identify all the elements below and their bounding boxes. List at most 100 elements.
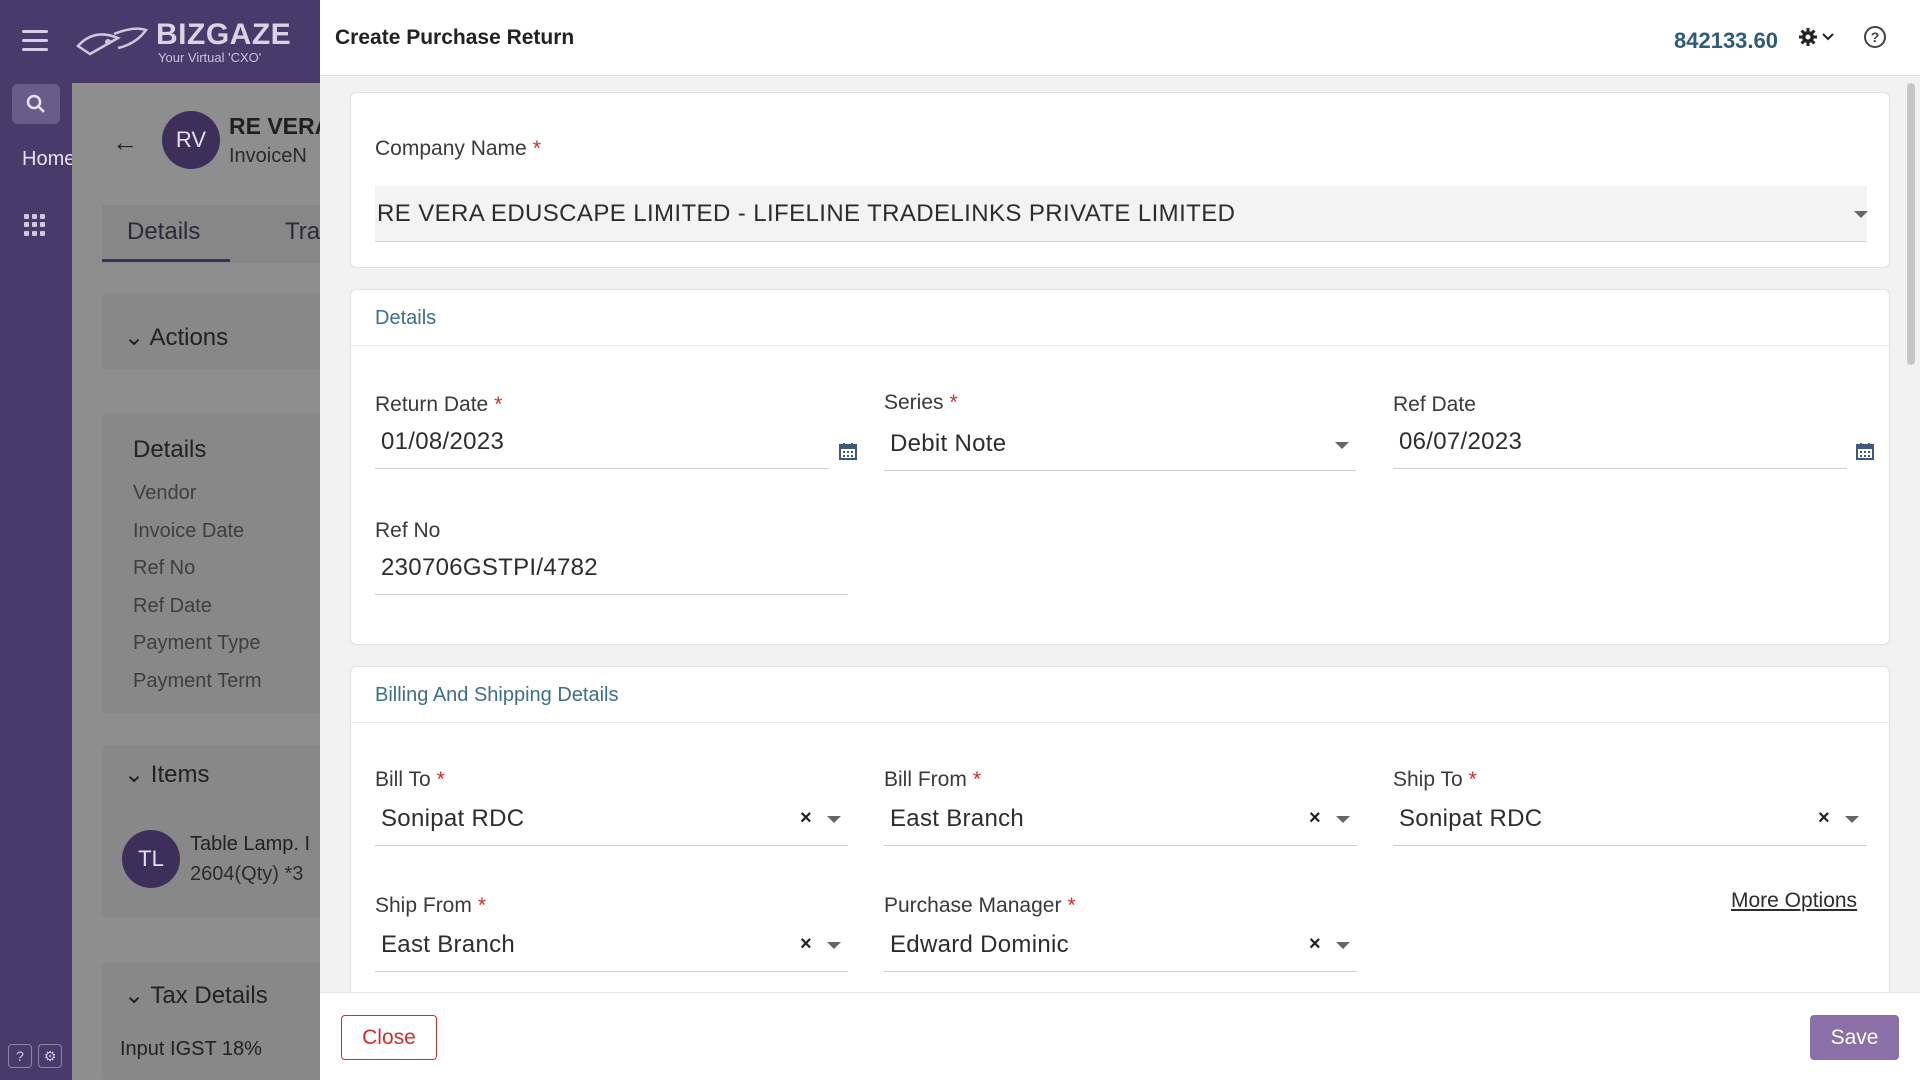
bill-to-value: Sonipat RDC bbox=[381, 805, 525, 832]
item-avatar: TL bbox=[122, 830, 180, 888]
brand-tagline: Your Virtual 'CXO' bbox=[158, 50, 262, 65]
detail-row: Invoice Date bbox=[133, 520, 245, 542]
purchase-return-modal: Create Purchase Return 842133.60 ? Compa… bbox=[320, 0, 1920, 1080]
details-section: Details Return Date * 01/08/2023 Series * … bbox=[350, 289, 1890, 645]
billing-section-header: Billing And Shipping Details bbox=[351, 667, 1889, 723]
bill-from-value: East Branch bbox=[890, 805, 1025, 832]
brand-name: BIZGAZE bbox=[156, 18, 292, 51]
details-section-title: Details bbox=[375, 307, 437, 329]
clear-icon[interactable]: × bbox=[1309, 933, 1321, 956]
apps-grid-icon[interactable] bbox=[24, 214, 46, 236]
detail-row: Payment Term bbox=[133, 670, 262, 692]
amount-display: 842133.60 bbox=[1674, 28, 1778, 53]
company-card: Company Name * RE VERA EDUSCAPE LIMITED -… bbox=[350, 92, 1890, 268]
details-title: Details bbox=[133, 436, 207, 463]
tab-details[interactable]: Details bbox=[127, 218, 200, 246]
ship-from-select[interactable]: East Branch × bbox=[375, 918, 848, 972]
return-date-label: Return Date * bbox=[375, 393, 503, 416]
return-date-value: 01/08/2023 bbox=[381, 428, 505, 455]
tax-title: Tax Details bbox=[150, 982, 268, 1009]
detail-row: Payment Type bbox=[133, 632, 261, 654]
clear-icon[interactable]: × bbox=[1818, 807, 1830, 830]
series-select[interactable]: Debit Note bbox=[884, 417, 1356, 471]
chevron-down-icon bbox=[1845, 816, 1859, 823]
required-marker: * bbox=[1468, 768, 1477, 791]
required-marker: * bbox=[949, 391, 958, 414]
help-icon[interactable]: ? bbox=[1864, 26, 1886, 48]
modal-body: Company Name * RE VERA EDUSCAPE LIMITED -… bbox=[320, 77, 1920, 992]
ship-to-label: Ship To * bbox=[1393, 768, 1477, 791]
back-arrow-icon[interactable]: ← bbox=[112, 127, 138, 158]
series-label: Series * bbox=[884, 391, 958, 414]
tab-active-indicator bbox=[102, 259, 230, 262]
bill-from-label: Bill From * bbox=[884, 768, 982, 791]
chevron-down-icon bbox=[827, 816, 841, 823]
chevron-down-icon bbox=[1336, 816, 1350, 823]
ref-date-input[interactable]: 06/07/2023 bbox=[1393, 415, 1847, 469]
item-name: Table Lamp. I bbox=[190, 833, 311, 855]
bill-to-label: Bill To * bbox=[375, 768, 445, 791]
required-marker: * bbox=[532, 137, 541, 160]
chevron-down-icon bbox=[1854, 211, 1868, 218]
ref-no-label: Ref No bbox=[375, 519, 441, 542]
required-marker: * bbox=[494, 393, 503, 416]
rail-footer: ? ⚙ bbox=[8, 1044, 66, 1072]
required-marker: * bbox=[1067, 894, 1076, 917]
chevron-down-icon bbox=[1335, 442, 1349, 449]
help-icon[interactable]: ? bbox=[8, 1044, 32, 1068]
record-title: RE VERA bbox=[229, 113, 332, 139]
ship-from-label: Ship From * bbox=[375, 894, 487, 917]
logo-mark-icon bbox=[76, 27, 149, 56]
clear-icon[interactable]: × bbox=[800, 807, 812, 830]
detail-row: Vendor bbox=[133, 482, 197, 504]
chevron-down-icon bbox=[1822, 33, 1834, 41]
required-marker: * bbox=[436, 768, 445, 791]
modal-header: Create Purchase Return 842133.60 ? bbox=[320, 0, 1920, 76]
actions-label: Actions bbox=[149, 324, 229, 351]
close-button[interactable]: Close bbox=[341, 1015, 437, 1060]
settings-icon[interactable]: ⚙ bbox=[38, 1044, 62, 1068]
tax-toggle[interactable]: ⌄ Tax Details bbox=[124, 981, 268, 1010]
billing-section-title: Billing And Shipping Details bbox=[375, 684, 619, 706]
calendar-icon[interactable] bbox=[838, 441, 858, 461]
detail-row: Ref No bbox=[133, 557, 196, 579]
ship-from-value: East Branch bbox=[381, 931, 516, 958]
ref-date-label: Ref Date bbox=[1393, 393, 1476, 416]
details-section-header: Details bbox=[351, 290, 1889, 346]
ref-no-input[interactable]: 230706GSTPI/4782 bbox=[375, 541, 848, 595]
settings-dropdown[interactable] bbox=[1798, 24, 1838, 50]
actions-toggle[interactable]: ⌄ Actions bbox=[124, 323, 228, 352]
items-toggle[interactable]: ⌄ Items bbox=[124, 760, 209, 789]
tab-transactions[interactable]: Tra bbox=[285, 218, 320, 246]
save-button[interactable]: Save bbox=[1810, 1015, 1899, 1060]
required-marker: * bbox=[972, 768, 982, 791]
avatar: RV bbox=[162, 111, 220, 169]
company-name-value: RE VERA EDUSCAPE LIMITED - LIFELINE TRAD… bbox=[377, 200, 1236, 227]
nav-home[interactable]: Home bbox=[22, 148, 75, 171]
calendar-icon[interactable] bbox=[1855, 441, 1875, 461]
modal-footer: Close Save bbox=[320, 992, 1920, 1080]
search-button[interactable] bbox=[12, 84, 60, 124]
menu-icon[interactable] bbox=[22, 30, 48, 52]
series-value: Debit Note bbox=[890, 430, 1007, 457]
bill-from-select[interactable]: East Branch × bbox=[884, 792, 1357, 846]
bill-to-select[interactable]: Sonipat RDC × bbox=[375, 792, 848, 846]
company-name-label: Company Name * bbox=[375, 137, 541, 160]
items-title: Items bbox=[150, 761, 210, 788]
clear-icon[interactable]: × bbox=[1309, 807, 1321, 830]
record-subtitle: InvoiceN bbox=[229, 145, 307, 167]
chevron-down-icon bbox=[827, 942, 841, 949]
return-date-input[interactable]: 01/08/2023 bbox=[375, 415, 829, 469]
clear-icon[interactable]: × bbox=[800, 933, 812, 956]
modal-scrollbar[interactable] bbox=[1907, 83, 1915, 365]
item-qty: 2604(Qty) *3 bbox=[190, 863, 304, 885]
company-name-select[interactable]: RE VERA EDUSCAPE LIMITED - LIFELINE TRAD… bbox=[375, 186, 1868, 242]
ship-to-select[interactable]: Sonipat RDC × bbox=[1393, 792, 1867, 846]
ship-to-value: Sonipat RDC bbox=[1399, 805, 1543, 832]
chevron-down-icon bbox=[1336, 942, 1350, 949]
brand-logo: BIZGAZE Your Virtual 'CXO' bbox=[74, 18, 294, 68]
more-options-link[interactable]: More Options bbox=[1731, 889, 1857, 913]
background-page: ← RV RE VERA InvoiceN Details Tra ⌄ Acti… bbox=[72, 83, 332, 1080]
purchase-manager-label: Purchase Manager * bbox=[884, 894, 1076, 917]
purchase-manager-select[interactable]: Edward Dominic × bbox=[884, 918, 1357, 972]
